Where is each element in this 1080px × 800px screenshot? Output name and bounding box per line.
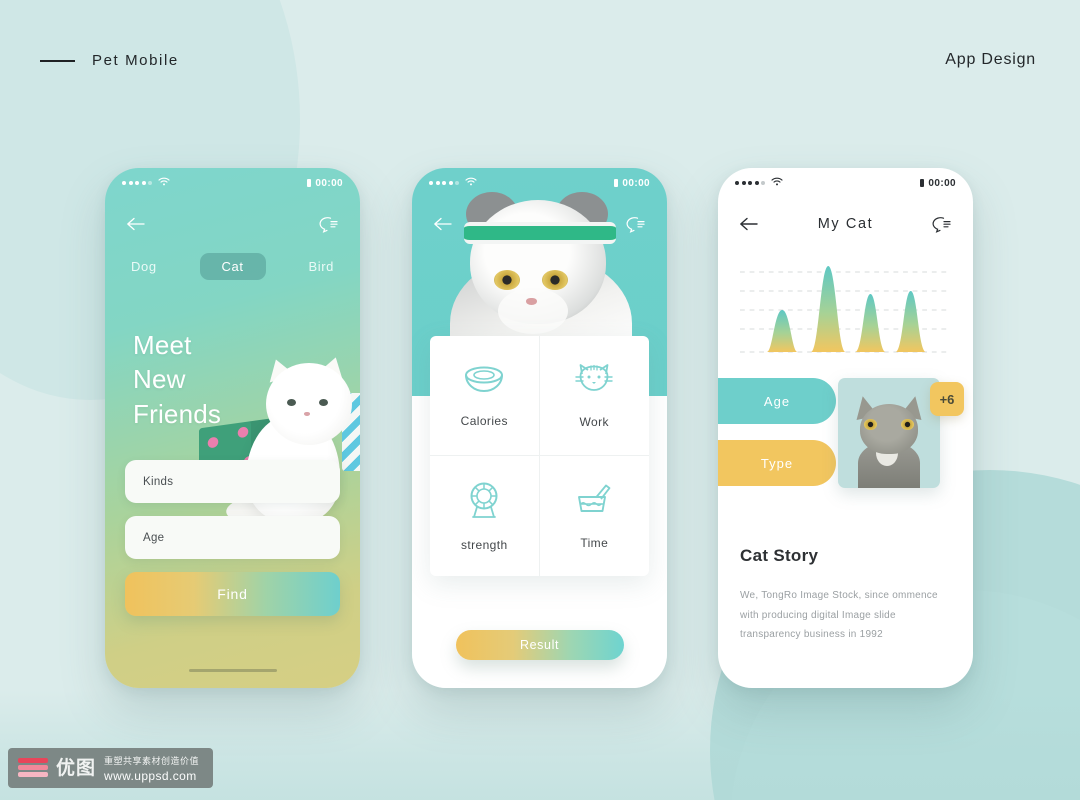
stat-calories[interactable]: Calories	[430, 336, 540, 456]
signal-dots-icon	[429, 181, 459, 185]
stat-work[interactable]: Work	[539, 336, 649, 456]
page-header: Pet Mobile App Design	[0, 51, 1080, 84]
exercise-wheel-icon	[464, 481, 504, 524]
battery-icon	[307, 179, 312, 187]
phone3-status-bar: 00:00	[718, 168, 973, 198]
stat-time[interactable]: Time	[540, 456, 650, 576]
wifi-icon	[771, 177, 783, 189]
battery-icon	[920, 179, 925, 187]
stat-label: Time	[580, 535, 609, 550]
phone1-pet-type-tabs: Dog Cat Bird	[105, 250, 360, 282]
phone3-title: My Cat	[817, 216, 874, 232]
story-body: We, TongRo Image Stock, since ommence wi…	[740, 590, 938, 640]
headline-line-2: New	[133, 364, 186, 395]
phone2-stats-card: Calories Work strength Time	[430, 336, 649, 576]
pill-type[interactable]: Type	[718, 440, 836, 486]
page-title: Pet Mobile	[92, 52, 179, 69]
kinds-input[interactable]: Kinds	[125, 460, 340, 503]
watermark: 优图 重塑共享素材创造价值 www.uppsd.com	[8, 748, 213, 788]
status-time: 00:00	[622, 177, 650, 189]
status-time: 00:00	[928, 177, 956, 189]
photo-count-badge[interactable]: +6	[930, 382, 964, 416]
phone1-status-bar: 00:00	[105, 168, 360, 198]
watermark-url: www.uppsd.com	[104, 768, 197, 783]
pill-age[interactable]: Age	[718, 378, 836, 424]
status-time: 00:00	[315, 177, 343, 189]
stat-label: Calories	[460, 414, 508, 428]
phone2-nav-bar	[412, 204, 667, 244]
find-button[interactable]: Find	[125, 572, 340, 616]
brand-dash-icon	[40, 59, 75, 62]
stat-label: Work	[579, 415, 609, 429]
headline-line-1: Meet	[133, 330, 192, 360]
signal-dots-icon	[122, 181, 152, 185]
stat-strength[interactable]: strength	[430, 456, 540, 576]
phone3-nav-bar: My Cat	[718, 204, 973, 244]
watermark-slogan: 重塑共享素材创造价值	[104, 755, 200, 766]
phone-screen-my-cat: 00:00 My Cat Age Type Cat Story We, Tong…	[718, 168, 973, 688]
wifi-icon	[158, 177, 170, 189]
stat-label: strength	[460, 537, 508, 552]
activity-chart-svg	[740, 266, 951, 353]
tab-cat[interactable]: Cat	[199, 252, 266, 280]
wifi-icon	[465, 177, 477, 189]
phone1-nav-bar	[105, 204, 360, 244]
tab-dog[interactable]: Dog	[131, 253, 157, 280]
page-category-label: App Design	[945, 51, 1036, 68]
chart-peaks	[766, 266, 927, 352]
arrow-left-icon[interactable]	[738, 213, 760, 235]
signal-dots-icon	[735, 181, 765, 185]
activity-chart	[740, 264, 951, 360]
uppsd-logo-icon	[18, 756, 48, 780]
cat-face-icon	[574, 362, 614, 401]
phone-screen-find: 00:00 Dog Cat Bird Meet New Friends Kind…	[105, 168, 360, 688]
home-indicator	[188, 669, 277, 672]
food-bowl-icon	[462, 363, 506, 400]
battery-icon	[614, 179, 619, 187]
phone3-filter-pills: Age Type	[718, 378, 836, 502]
arrow-left-icon[interactable]	[432, 213, 454, 235]
litter-box-icon	[574, 483, 614, 522]
chat-icon[interactable]	[318, 213, 340, 235]
chat-icon[interactable]	[931, 213, 953, 235]
age-input[interactable]: Age	[125, 516, 340, 559]
phone2-result-wrapper: Result	[412, 630, 667, 660]
tab-bird[interactable]: Bird	[308, 253, 334, 280]
arrow-left-icon[interactable]	[125, 213, 147, 235]
result-button[interactable]: Result	[455, 630, 624, 660]
cat-thumbnail-photo[interactable]	[838, 378, 940, 488]
tabby-cat-illustration	[846, 393, 932, 488]
headline-line-3: Friends	[133, 398, 222, 429]
phone2-status-bar: 00:00	[412, 168, 667, 198]
story-title: Cat Story	[740, 546, 819, 565]
chat-icon[interactable]	[625, 213, 647, 235]
phone1-headline: Meet New Friends	[133, 328, 221, 431]
watermark-brand: 优图	[56, 757, 97, 779]
phone1-search-form: Kinds Age Find	[125, 460, 340, 616]
phone-screen-pet-detail: 00:00 Cat Charlie Calories Work	[412, 168, 667, 688]
brand: Pet Mobile	[40, 52, 179, 69]
